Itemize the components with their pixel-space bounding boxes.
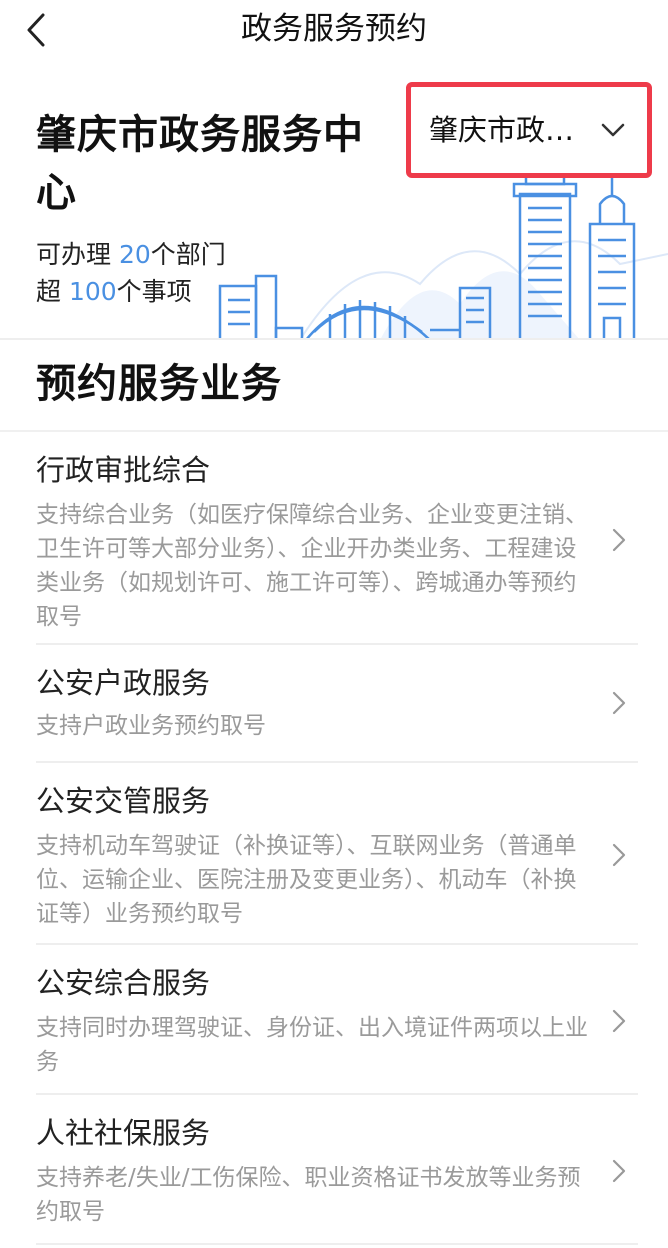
department-count: 20: [118, 240, 151, 269]
center-stats: 可办理 20个部门 超 100个事项: [36, 236, 226, 310]
service-title: 公安综合服务: [36, 966, 211, 1000]
service-desc: 支持同时办理驾驶证、身份证、出入境证件两项以上业务: [36, 1015, 588, 1075]
service-item-social-security[interactable]: 人社社保服务 支持养老/失业/工伤保险、职业资格证书发放等业务预约取号: [0, 1095, 638, 1243]
chevron-right-icon: [612, 691, 626, 715]
item-count: 100: [68, 277, 117, 306]
center-selector-value: 肇庆市政…: [429, 113, 575, 147]
service-title: 公安交管服务: [36, 784, 211, 818]
chevron-right-icon: [612, 1159, 626, 1183]
service-desc: 支持户政业务预约取号: [36, 713, 266, 739]
chevron-right-icon: [612, 843, 626, 867]
chevron-right-icon: [612, 1009, 626, 1033]
item-count-line: 超 100个事项: [36, 273, 226, 310]
service-title: 公安户政服务: [36, 666, 211, 700]
service-item-traffic[interactable]: 公安交管服务 支持机动车驾驶证（补换证等）、互联网业务（普通单位、运输企业、医院…: [0, 763, 638, 944]
service-item-household[interactable]: 公安户政服务 支持户政业务预约取号: [0, 645, 638, 761]
service-desc: 支持养老/失业/工伤保险、职业资格证书发放等业务预约取号: [36, 1165, 581, 1225]
service-title: 行政审批综合: [36, 453, 211, 487]
service-item-police-general[interactable]: 公安综合服务 支持同时办理驾驶证、身份证、出入境证件两项以上业务: [0, 945, 638, 1093]
department-count-line: 可办理 20个部门: [36, 236, 226, 273]
nav-bar: 政务服务预约: [0, 0, 668, 64]
service-item-approval[interactable]: 行政审批综合 支持综合业务（如医疗保障综合业务、企业变更注销、卫生许可等大部分业…: [0, 432, 638, 644]
chevron-down-icon: [601, 123, 625, 137]
chevron-right-icon: [612, 528, 626, 552]
center-name: 肇庆市政务服务中心: [36, 112, 364, 216]
service-desc: 支持机动车驾驶证（补换证等）、互联网业务（普通单位、运输企业、医院注册及变更业务…: [36, 833, 577, 927]
center-selector[interactable]: 肇庆市政…: [406, 82, 652, 178]
hero-divider: [0, 338, 668, 340]
section-title: 预约服务业务: [36, 361, 282, 407]
department-count-suffix: 个部门: [150, 240, 226, 269]
service-desc: 支持综合业务（如医疗保障综合业务、企业变更注销、卫生许可等大部分业务）、企业开办…: [36, 502, 588, 630]
page-title: 政务服务预约: [241, 11, 427, 47]
item-count-suffix: 个事项: [116, 277, 192, 306]
item-divider: [36, 1243, 638, 1245]
item-count-prefix: 超: [36, 277, 69, 306]
department-count-prefix: 可办理: [36, 240, 119, 269]
service-title: 人社社保服务: [36, 1116, 211, 1150]
